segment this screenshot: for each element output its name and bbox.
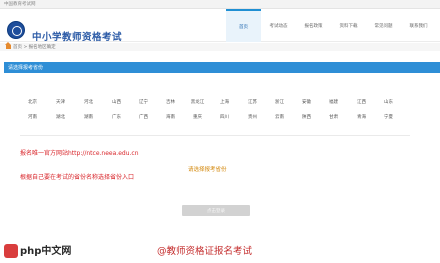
province-link[interactable]: 海南 [160,114,181,120]
province-link[interactable]: 山东 [378,99,399,105]
watermark-site: php中文网 [4,242,71,258]
instruction-note: 根据自己要在考试的省份名称选择省份入口 [20,174,135,181]
main-nav: 首页 考试动态 报名政策 资料下载 常见问题 联系我们 [226,9,440,42]
province-link[interactable]: 福建 [323,99,344,105]
province-link[interactable]: 天津 [50,99,71,105]
province-link[interactable]: 甘肃 [323,114,344,120]
province-link[interactable]: 黑龙江 [187,99,208,105]
choose-province-prompt: 请选择报考省份 [188,167,227,173]
nav-item-contact[interactable]: 联系我们 [401,9,436,42]
province-link[interactable]: 广东 [106,114,127,120]
nav-item-news[interactable]: 考试动态 [261,9,296,42]
province-link[interactable]: 安徽 [296,99,317,105]
breadcrumb-current: 报名地区确定 [28,45,56,50]
province-link[interactable]: 广西 [133,114,154,120]
province-link[interactable]: 陕西 [296,114,317,120]
province-link[interactable]: 北京 [22,99,43,105]
province-link[interactable]: 青海 [351,114,372,120]
nav-item-policy[interactable]: 报名政策 [296,9,331,42]
province-link[interactable]: 云南 [269,114,290,120]
watermark-site-text: php中文网 [20,246,72,257]
province-link[interactable]: 重庆 [187,114,208,120]
section-header-bar: 请选择报考省份 [4,62,440,73]
logo-badge-icon [7,21,25,39]
province-link[interactable]: 贵州 [242,114,263,120]
province-link[interactable]: 河北 [78,99,99,105]
breadcrumb: 首页 > 报名地区确定 [0,42,440,51]
nav-item-home[interactable]: 首页 [226,9,261,42]
official-site-note: 报名唯一官方网站http://ntce.neea.edu.cn [20,150,139,157]
nav-item-faq[interactable]: 常见问题 [366,9,401,42]
province-link[interactable]: 四川 [214,114,235,120]
breadcrumb-separator: > [23,45,28,50]
province-link[interactable]: 河南 [22,114,43,120]
section-divider [20,135,410,136]
php-logo-icon [4,244,18,258]
province-link[interactable]: 辽宁 [133,99,154,105]
province-link[interactable]: 宁夏 [378,114,399,120]
login-button[interactable]: 点击登录 [182,205,250,216]
breadcrumb-text: 首页 > 报名地区确定 [13,44,56,50]
province-link[interactable]: 湖南 [78,114,99,120]
province-link[interactable]: 江苏 [242,99,263,105]
province-link[interactable]: 湖北 [50,114,71,120]
watermark-caption: @教师资格证报名考试 [157,246,253,257]
province-link[interactable]: 山西 [106,99,127,105]
site-logo-text[interactable]: 中小学教师资格考试 [32,29,122,43]
nav-item-downloads[interactable]: 资料下载 [331,9,366,42]
top-strip-text: 中国教育考试网 [4,2,36,7]
province-link[interactable]: 江西 [351,99,372,105]
section-header-title: 请选择报考省份 [8,65,44,71]
province-link[interactable]: 浙江 [269,99,290,105]
home-icon [5,42,11,49]
top-strip: 中国教育考试网 [0,0,440,9]
breadcrumb-home-link[interactable]: 首页 [13,45,22,50]
province-link[interactable]: 吉林 [160,99,181,105]
province-link[interactable]: 上海 [214,99,235,105]
